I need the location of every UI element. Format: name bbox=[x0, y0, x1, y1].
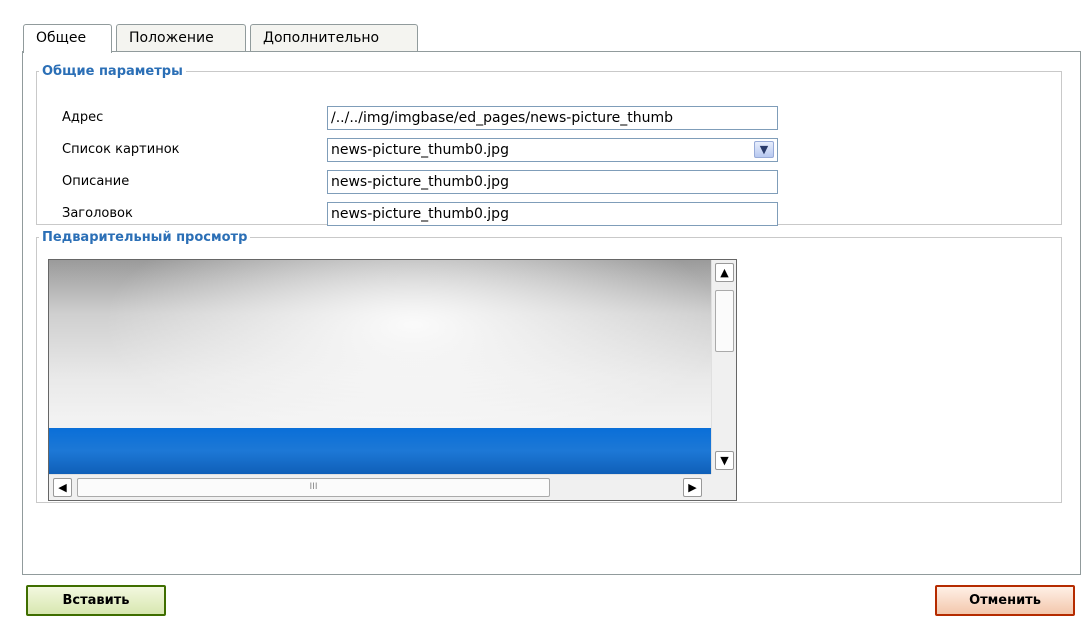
insert-button[interactable]: Вставить bbox=[26, 585, 166, 616]
description-input[interactable]: news-picture_thumb0.jpg bbox=[327, 170, 778, 194]
general-parameters-group: Общие параметры Адрес /../../img/imgbase… bbox=[36, 64, 1062, 226]
chevron-down-icon[interactable]: ▼ bbox=[754, 141, 774, 158]
preview-image bbox=[49, 260, 711, 474]
image-list-selected-value: news-picture_thumb0.jpg bbox=[331, 142, 509, 158]
title-input[interactable]: news-picture_thumb0.jpg bbox=[327, 202, 778, 226]
tab-additional[interactable]: Дополнительно bbox=[250, 24, 418, 51]
preview-legend: Педварительный просмотр bbox=[42, 230, 248, 245]
address-label: Адрес bbox=[62, 110, 104, 125]
title-label: Заголовок bbox=[62, 206, 133, 221]
description-label: Описание bbox=[62, 174, 130, 189]
general-parameters-legend: Общие параметры bbox=[42, 64, 183, 79]
horizontal-scrollbar[interactable]: ◀ III ▶ bbox=[49, 474, 711, 500]
vertical-scroll-thumb[interactable] bbox=[715, 290, 734, 352]
scroll-right-arrow-icon[interactable]: ▶ bbox=[683, 478, 702, 497]
scroll-down-arrow-icon[interactable]: ▼ bbox=[715, 451, 734, 470]
image-list-label: Список картинок bbox=[62, 142, 180, 157]
cancel-button[interactable]: Отменить bbox=[935, 585, 1075, 616]
horizontal-scroll-thumb[interactable]: III bbox=[77, 478, 550, 497]
scroll-left-arrow-icon[interactable]: ◀ bbox=[53, 478, 72, 497]
scroll-up-arrow-icon[interactable]: ▲ bbox=[715, 263, 734, 282]
preview-image-blue-band bbox=[49, 428, 711, 474]
preview-frame: ▲ ▼ ◀ III ▶ bbox=[48, 259, 737, 501]
preview-group: Педварительный просмотр ▲ ▼ ◀ III ▶ bbox=[36, 230, 1062, 503]
address-input[interactable]: /../../img/imgbase/ed_pages/news-picture… bbox=[327, 106, 778, 130]
tab-position[interactable]: Положение bbox=[116, 24, 246, 51]
tab-general[interactable]: Общее bbox=[23, 24, 112, 53]
image-list-select[interactable]: news-picture_thumb0.jpg ▼ bbox=[327, 138, 778, 162]
tab-bar: Общее Положение Дополнительно bbox=[23, 24, 422, 53]
tab-panel: Общие параметры Адрес /../../img/imgbase… bbox=[22, 51, 1081, 575]
scrollbar-corner bbox=[711, 474, 736, 500]
vertical-scrollbar[interactable]: ▲ ▼ bbox=[711, 260, 736, 474]
